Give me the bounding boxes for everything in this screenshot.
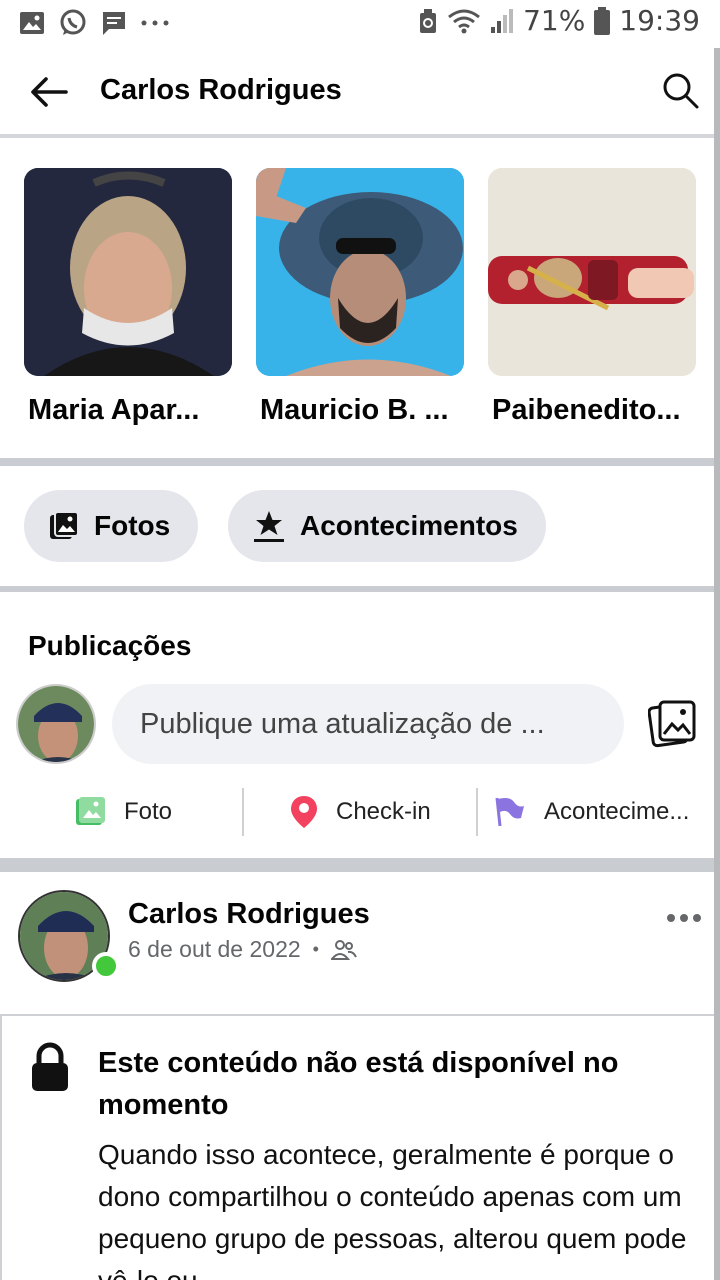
battery-icon (594, 6, 611, 35)
content-unavailable-notice: Este conteúdo não está disponível no mom… (0, 1014, 714, 1280)
post-date[interactable]: 6 de out de 2022 (128, 936, 301, 963)
back-arrow-icon[interactable] (26, 68, 74, 116)
friends-row: Maria Apar... Mauricio B. ... Paibenedit… (0, 142, 720, 458)
photo-icon (76, 797, 105, 825)
section-divider (0, 858, 720, 872)
more-options-icon[interactable] (666, 908, 702, 928)
events-chip-label: Acontecimentos (300, 510, 518, 541)
notice-title: Este conteúdo não está disponível no mom… (98, 1047, 619, 1121)
friend-card[interactable]: Mauricio B. ... (256, 168, 464, 427)
signal-icon (491, 8, 514, 33)
app-bar: Carlos Rodrigues (0, 48, 720, 138)
flag-icon (495, 797, 524, 827)
friend-photo[interactable] (24, 168, 232, 376)
friend-card[interactable]: Maria Apar... (24, 168, 232, 427)
events-chip[interactable]: Acontecimentos (228, 490, 546, 562)
lock-icon (32, 1042, 68, 1091)
avatar[interactable] (16, 684, 96, 764)
notification-icons (18, 8, 170, 38)
meta-separator-dot: • (312, 939, 319, 959)
composer-actions: Foto Check-in Acontecime... (0, 784, 720, 840)
action-divider (242, 788, 244, 836)
status-bar: 71% 19:39 (0, 0, 720, 48)
wifi-icon (448, 9, 480, 33)
post-author[interactable]: Carlos Rodrigues (128, 898, 370, 931)
more-notifications-icon (141, 20, 169, 26)
photos-chip-label: Fotos (94, 510, 171, 541)
online-status-dot (92, 952, 120, 980)
friend-photo[interactable] (256, 168, 464, 376)
section-title: Publicações (28, 630, 192, 661)
battery-level: 71% (523, 4, 586, 37)
event-action[interactable]: Acontecime... (494, 784, 689, 840)
post-card: Carlos Rodrigues 6 de out de 2022 • Este… (0, 872, 720, 1280)
friends-audience-icon (330, 939, 357, 960)
status-composer-input[interactable]: Publique uma atualização de ... (112, 684, 624, 764)
photo-action-label: Foto (124, 798, 173, 825)
system-status: 71% 19:39 (417, 4, 700, 37)
page-title: Carlos Rodrigues (100, 74, 342, 106)
friend-name[interactable]: Paibenedito... (488, 394, 698, 427)
photos-chip[interactable]: Fotos (24, 490, 199, 562)
gallery-icon (20, 12, 44, 34)
location-pin-icon (291, 796, 317, 828)
action-divider (476, 788, 478, 836)
profile-chips: Fotos Acontecimentos (0, 466, 720, 586)
scrollbar[interactable] (714, 48, 720, 1280)
message-icon (103, 12, 125, 35)
photo-action[interactable]: Foto (74, 784, 172, 840)
notice-body: Quando isso acontece, geralmente é porqu… (98, 1139, 687, 1280)
publications-section: Publicações Publique uma atualização de … (0, 592, 720, 858)
checkin-action[interactable]: Check-in (290, 784, 431, 840)
recycle-icon (420, 8, 437, 33)
friend-name[interactable]: Maria Apar... (24, 394, 234, 427)
clock: 19:39 (619, 4, 700, 37)
whatsapp-icon (60, 9, 86, 35)
add-photo-icon[interactable] (648, 698, 698, 748)
friend-name[interactable]: Mauricio B. ... (256, 394, 466, 427)
post-meta: 6 de out de 2022 • (128, 936, 357, 963)
event-action-label: Acontecime... (544, 798, 690, 825)
friend-card[interactable]: Paibenedito... (488, 168, 696, 427)
search-icon[interactable] (660, 70, 700, 110)
star-flag-icon (254, 511, 284, 542)
photos-icon (50, 511, 79, 539)
section-divider (0, 458, 720, 466)
checkin-action-label: Check-in (336, 798, 431, 825)
friend-photo[interactable] (488, 168, 696, 376)
